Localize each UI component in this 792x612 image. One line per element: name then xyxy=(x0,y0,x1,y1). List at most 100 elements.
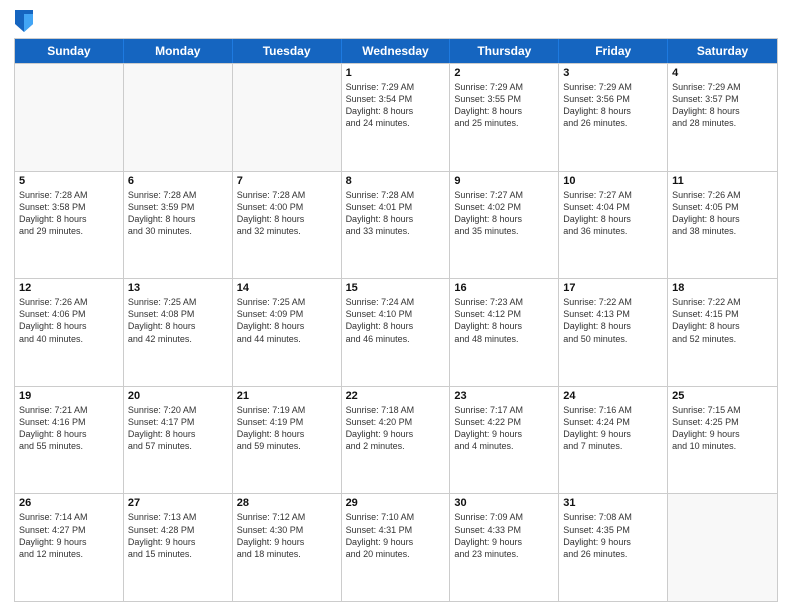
day-cell-3: 3 Sunrise: 7:29 AM Sunset: 3:56 PM Daylig… xyxy=(559,64,668,171)
day-info: Sunrise: 7:27 AM Sunset: 4:04 PM Dayligh… xyxy=(563,189,663,238)
day-cell-5: 5 Sunrise: 7:28 AM Sunset: 3:58 PM Daylig… xyxy=(15,172,124,279)
day-info: Sunrise: 7:08 AM Sunset: 4:35 PM Dayligh… xyxy=(563,511,663,560)
calendar-week-1: 1 Sunrise: 7:29 AM Sunset: 3:54 PM Daylig… xyxy=(15,63,777,171)
day-number: 29 xyxy=(346,497,446,509)
day-number: 21 xyxy=(237,390,337,402)
calendar-header-monday: Monday xyxy=(124,39,233,63)
day-info: Sunrise: 7:13 AM Sunset: 4:28 PM Dayligh… xyxy=(128,511,228,560)
calendar-header-row: SundayMondayTuesdayWednesdayThursdayFrid… xyxy=(15,39,777,63)
empty-cell xyxy=(15,64,124,171)
day-number: 16 xyxy=(454,282,554,294)
day-number: 6 xyxy=(128,175,228,187)
day-cell-9: 9 Sunrise: 7:27 AM Sunset: 4:02 PM Daylig… xyxy=(450,172,559,279)
day-info: Sunrise: 7:18 AM Sunset: 4:20 PM Dayligh… xyxy=(346,404,446,453)
day-cell-19: 19 Sunrise: 7:21 AM Sunset: 4:16 PM Dayli… xyxy=(15,387,124,494)
logo-icon xyxy=(15,10,33,32)
day-info: Sunrise: 7:23 AM Sunset: 4:12 PM Dayligh… xyxy=(454,296,554,345)
day-number: 27 xyxy=(128,497,228,509)
calendar-header-thursday: Thursday xyxy=(450,39,559,63)
day-cell-24: 24 Sunrise: 7:16 AM Sunset: 4:24 PM Dayli… xyxy=(559,387,668,494)
day-info: Sunrise: 7:28 AM Sunset: 3:58 PM Dayligh… xyxy=(19,189,119,238)
day-info: Sunrise: 7:29 AM Sunset: 3:54 PM Dayligh… xyxy=(346,81,446,130)
day-info: Sunrise: 7:15 AM Sunset: 4:25 PM Dayligh… xyxy=(672,404,773,453)
day-cell-15: 15Sunrise: 7:24 AM Sunset: 4:10 PM Dayli… xyxy=(342,279,451,386)
day-cell-17: 17Sunrise: 7:22 AM Sunset: 4:13 PM Dayli… xyxy=(559,279,668,386)
day-number: 22 xyxy=(346,390,446,402)
day-number: 3 xyxy=(563,67,663,79)
day-info: Sunrise: 7:19 AM Sunset: 4:19 PM Dayligh… xyxy=(237,404,337,453)
calendar-week-5: 26 Sunrise: 7:14 AM Sunset: 4:27 PM Dayli… xyxy=(15,493,777,601)
day-info: Sunrise: 7:29 AM Sunset: 3:55 PM Dayligh… xyxy=(454,81,554,130)
day-number: 7 xyxy=(237,175,337,187)
day-info: Sunrise: 7:17 AM Sunset: 4:22 PM Dayligh… xyxy=(454,404,554,453)
day-number: 10 xyxy=(563,175,663,187)
day-cell-4: 4Sunrise: 7:29 AM Sunset: 3:57 PM Daylig… xyxy=(668,64,777,171)
day-cell-30: 30 Sunrise: 7:09 AM Sunset: 4:33 PM Dayli… xyxy=(450,494,559,601)
day-cell-1: 1 Sunrise: 7:29 AM Sunset: 3:54 PM Daylig… xyxy=(342,64,451,171)
header xyxy=(14,10,778,32)
day-cell-22: 22 Sunrise: 7:18 AM Sunset: 4:20 PM Dayli… xyxy=(342,387,451,494)
day-info: Sunrise: 7:25 AM Sunset: 4:09 PM Dayligh… xyxy=(237,296,337,345)
day-cell-12: 12Sunrise: 7:26 AM Sunset: 4:06 PM Dayli… xyxy=(15,279,124,386)
day-number: 8 xyxy=(346,175,446,187)
day-info: Sunrise: 7:28 AM Sunset: 4:00 PM Dayligh… xyxy=(237,189,337,238)
calendar: SundayMondayTuesdayWednesdayThursdayFrid… xyxy=(14,38,778,602)
day-info: Sunrise: 7:22 AM Sunset: 4:15 PM Dayligh… xyxy=(672,296,773,345)
day-cell-14: 14 Sunrise: 7:25 AM Sunset: 4:09 PM Dayli… xyxy=(233,279,342,386)
day-number: 24 xyxy=(563,390,663,402)
day-cell-11: 11Sunrise: 7:26 AM Sunset: 4:05 PM Dayli… xyxy=(668,172,777,279)
day-number: 23 xyxy=(454,390,554,402)
day-number: 2 xyxy=(454,67,554,79)
day-number: 25 xyxy=(672,390,773,402)
day-cell-13: 13 Sunrise: 7:25 AM Sunset: 4:08 PM Dayli… xyxy=(124,279,233,386)
day-cell-20: 20Sunrise: 7:20 AM Sunset: 4:17 PM Dayli… xyxy=(124,387,233,494)
day-cell-28: 28Sunrise: 7:12 AM Sunset: 4:30 PM Dayli… xyxy=(233,494,342,601)
day-number: 30 xyxy=(454,497,554,509)
day-number: 4 xyxy=(672,67,773,79)
day-number: 1 xyxy=(346,67,446,79)
logo xyxy=(14,10,35,32)
day-cell-25: 25 Sunrise: 7:15 AM Sunset: 4:25 PM Dayli… xyxy=(668,387,777,494)
empty-cell xyxy=(124,64,233,171)
day-cell-2: 2 Sunrise: 7:29 AM Sunset: 3:55 PM Daylig… xyxy=(450,64,559,171)
calendar-week-2: 5 Sunrise: 7:28 AM Sunset: 3:58 PM Daylig… xyxy=(15,171,777,279)
day-info: Sunrise: 7:26 AM Sunset: 4:05 PM Dayligh… xyxy=(672,189,773,238)
day-cell-31: 31 Sunrise: 7:08 AM Sunset: 4:35 PM Dayli… xyxy=(559,494,668,601)
day-info: Sunrise: 7:25 AM Sunset: 4:08 PM Dayligh… xyxy=(128,296,228,345)
day-cell-10: 10 Sunrise: 7:27 AM Sunset: 4:04 PM Dayli… xyxy=(559,172,668,279)
day-number: 13 xyxy=(128,282,228,294)
day-number: 14 xyxy=(237,282,337,294)
calendar-header-sunday: Sunday xyxy=(15,39,124,63)
day-info: Sunrise: 7:16 AM Sunset: 4:24 PM Dayligh… xyxy=(563,404,663,453)
empty-cell xyxy=(233,64,342,171)
calendar-body: 1 Sunrise: 7:29 AM Sunset: 3:54 PM Daylig… xyxy=(15,63,777,601)
calendar-header-friday: Friday xyxy=(559,39,668,63)
day-info: Sunrise: 7:14 AM Sunset: 4:27 PM Dayligh… xyxy=(19,511,119,560)
calendar-header-tuesday: Tuesday xyxy=(233,39,342,63)
day-cell-23: 23 Sunrise: 7:17 AM Sunset: 4:22 PM Dayli… xyxy=(450,387,559,494)
day-info: Sunrise: 7:29 AM Sunset: 3:56 PM Dayligh… xyxy=(563,81,663,130)
day-info: Sunrise: 7:22 AM Sunset: 4:13 PM Dayligh… xyxy=(563,296,663,345)
page: SundayMondayTuesdayWednesdayThursdayFrid… xyxy=(0,0,792,612)
day-number: 31 xyxy=(563,497,663,509)
day-cell-6: 6 Sunrise: 7:28 AM Sunset: 3:59 PM Daylig… xyxy=(124,172,233,279)
day-cell-7: 7 Sunrise: 7:28 AM Sunset: 4:00 PM Daylig… xyxy=(233,172,342,279)
empty-cell xyxy=(668,494,777,601)
day-cell-8: 8 Sunrise: 7:28 AM Sunset: 4:01 PM Daylig… xyxy=(342,172,451,279)
day-cell-26: 26 Sunrise: 7:14 AM Sunset: 4:27 PM Dayli… xyxy=(15,494,124,601)
day-info: Sunrise: 7:28 AM Sunset: 3:59 PM Dayligh… xyxy=(128,189,228,238)
day-number: 15 xyxy=(346,282,446,294)
day-number: 9 xyxy=(454,175,554,187)
day-info: Sunrise: 7:26 AM Sunset: 4:06 PM Dayligh… xyxy=(19,296,119,345)
day-info: Sunrise: 7:09 AM Sunset: 4:33 PM Dayligh… xyxy=(454,511,554,560)
day-number: 5 xyxy=(19,175,119,187)
day-cell-27: 27 Sunrise: 7:13 AM Sunset: 4:28 PM Dayli… xyxy=(124,494,233,601)
calendar-week-3: 12Sunrise: 7:26 AM Sunset: 4:06 PM Dayli… xyxy=(15,278,777,386)
day-number: 19 xyxy=(19,390,119,402)
day-info: Sunrise: 7:28 AM Sunset: 4:01 PM Dayligh… xyxy=(346,189,446,238)
day-info: Sunrise: 7:27 AM Sunset: 4:02 PM Dayligh… xyxy=(454,189,554,238)
day-number: 18 xyxy=(672,282,773,294)
day-info: Sunrise: 7:10 AM Sunset: 4:31 PM Dayligh… xyxy=(346,511,446,560)
day-info: Sunrise: 7:21 AM Sunset: 4:16 PM Dayligh… xyxy=(19,404,119,453)
day-number: 26 xyxy=(19,497,119,509)
